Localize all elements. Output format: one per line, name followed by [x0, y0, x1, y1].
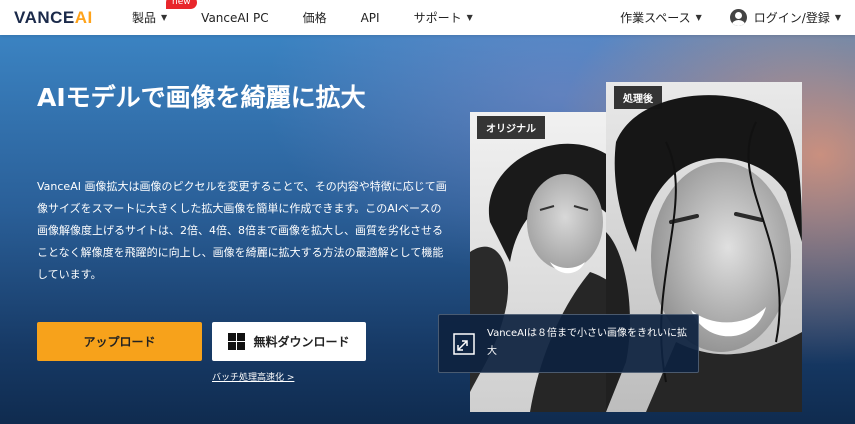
logo-text-main: VANCE — [14, 8, 75, 27]
nav-item-vanceai-pc[interactable]: VanceAI PC — [201, 11, 268, 25]
nav-item-label: 製品 — [132, 11, 157, 25]
new-badge: new — [166, 0, 197, 9]
user-avatar-icon — [729, 9, 747, 26]
nav-item-products[interactable]: 製品 ▼ new — [132, 0, 197, 26]
nav-item-label: API — [360, 10, 380, 25]
processed-label: 処理後 — [614, 86, 662, 109]
hero-description: VanceAI 画像拡大は画像のピクセルを変更することで、その内容や特徴に応じて… — [37, 180, 447, 281]
nav-item-support[interactable]: サポート ▼ — [414, 9, 473, 26]
upscale-info-text: VanceAIは８倍まで小さい画像をきれいに拡大 — [487, 328, 687, 357]
nav-item-label: 価格 — [302, 11, 327, 25]
nav-item-label: サポート — [413, 11, 462, 25]
upload-button[interactable]: アップロード — [37, 322, 202, 361]
original-label: オリジナル — [477, 116, 545, 139]
windows-icon — [228, 333, 246, 350]
caret-down-icon: ▼ — [466, 13, 473, 22]
expand-icon — [453, 333, 475, 355]
login-label: ログイン/登録 — [753, 11, 830, 25]
nav-item-api[interactable]: API — [361, 11, 380, 25]
main-nav: 製品 ▼ new VanceAI PC 価格 API サポート ▼ — [132, 0, 507, 35]
caret-down-icon: ▼ — [695, 13, 702, 22]
upload-button-label: アップロード — [83, 335, 156, 349]
batch-processing-link[interactable]: バッチ処理高速化 > — [212, 370, 294, 383]
workspace-label: 作業スペース — [620, 11, 691, 25]
caret-down-icon: ▼ — [834, 13, 841, 22]
login-register-button[interactable]: ログイン/登録 ▼ — [729, 9, 841, 26]
top-nav-bar: VANCEAI 製品 ▼ new VanceAI PC 価格 API サポート … — [0, 0, 855, 35]
nav-item-pricing[interactable]: 価格 — [303, 9, 327, 26]
logo-text-accent: AI — [74, 8, 93, 27]
free-download-button[interactable]: 無料ダウンロード — [212, 322, 366, 361]
header-actions: 作業スペース ▼ ログイン/登録 ▼ — [620, 0, 841, 35]
nav-item-label: VanceAI PC — [201, 10, 269, 25]
page-title: AIモデルで画像を綺麗に拡大 — [37, 83, 366, 112]
caret-down-icon: ▼ — [161, 13, 168, 22]
vanceai-logo[interactable]: VANCEAI — [14, 8, 93, 28]
download-button-label: 無料ダウンロード — [253, 335, 350, 349]
workspace-dropdown[interactable]: 作業スペース ▼ — [620, 9, 702, 26]
upscale-info-card: VanceAIは８倍まで小さい画像をきれいに拡大 — [438, 314, 699, 373]
